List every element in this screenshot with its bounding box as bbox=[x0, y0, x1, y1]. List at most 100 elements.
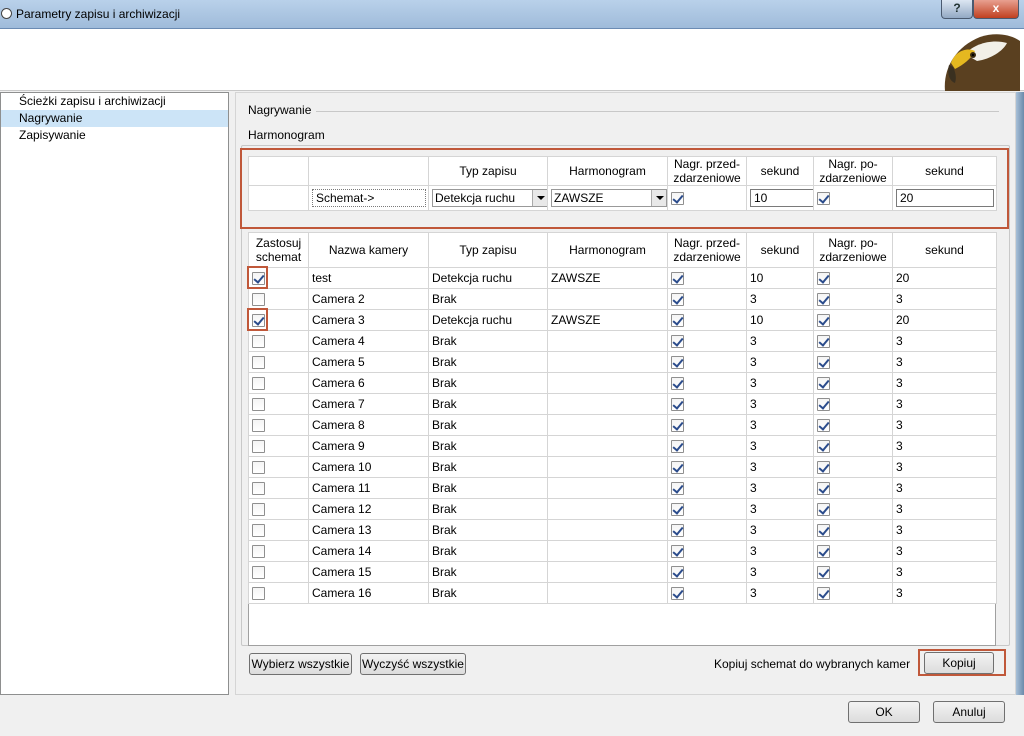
sidebar-item-paths[interactable]: Ścieżki zapisu i archiwizacji bbox=[1, 93, 228, 110]
table-row[interactable]: Camera 11 Brak 3 3 bbox=[248, 477, 997, 499]
post-event-checkbox[interactable] bbox=[817, 503, 830, 517]
record-type-cell[interactable]: Brak bbox=[428, 393, 548, 415]
schedule-cell[interactable] bbox=[547, 540, 668, 562]
post-seconds-cell[interactable]: 3 bbox=[892, 330, 997, 352]
pre-seconds-cell[interactable]: 3 bbox=[746, 414, 814, 436]
post-event-checkbox[interactable] bbox=[817, 419, 830, 433]
apply-schema-checkbox[interactable] bbox=[252, 545, 265, 559]
schema-type-dropdown[interactable]: Detekcja ruchu bbox=[432, 189, 547, 207]
pre-event-checkbox[interactable] bbox=[671, 419, 684, 433]
table-row[interactable]: Camera 7 Brak 3 3 bbox=[248, 393, 997, 415]
post-event-checkbox[interactable] bbox=[817, 272, 830, 286]
post-seconds-cell[interactable]: 3 bbox=[892, 351, 997, 373]
post-seconds-cell[interactable]: 3 bbox=[892, 477, 997, 499]
apply-cell[interactable] bbox=[248, 288, 309, 310]
select-all-button[interactable]: Wybierz wszystkie bbox=[249, 653, 352, 675]
apply-cell[interactable] bbox=[248, 540, 309, 562]
schedule-cell[interactable] bbox=[547, 435, 668, 457]
table-row[interactable]: Camera 9 Brak 3 3 bbox=[248, 435, 997, 457]
record-type-cell[interactable]: Brak bbox=[428, 330, 548, 352]
post-event-cell[interactable] bbox=[813, 477, 893, 499]
camera-name-cell[interactable]: Camera 8 bbox=[308, 414, 429, 436]
pre-seconds-cell[interactable]: 3 bbox=[746, 561, 814, 583]
table-row[interactable]: Camera 10 Brak 3 3 bbox=[248, 456, 997, 478]
post-event-checkbox[interactable] bbox=[817, 356, 830, 370]
post-event-cell[interactable] bbox=[813, 414, 893, 436]
post-event-cell[interactable] bbox=[813, 540, 893, 562]
post-event-cell[interactable] bbox=[813, 330, 893, 352]
camera-name-cell[interactable]: Camera 7 bbox=[308, 393, 429, 415]
sidebar-item-recording[interactable]: Nagrywanie bbox=[1, 110, 228, 127]
apply-cell[interactable] bbox=[248, 267, 309, 289]
table-row[interactable]: Camera 3 Detekcja ruchu ZAWSZE 10 20 bbox=[248, 309, 997, 331]
pre-seconds-cell[interactable]: 3 bbox=[746, 519, 814, 541]
apply-schema-checkbox[interactable] bbox=[252, 419, 265, 433]
camera-name-cell[interactable]: Camera 14 bbox=[308, 540, 429, 562]
pre-event-cell[interactable] bbox=[667, 267, 747, 289]
apply-cell[interactable] bbox=[248, 519, 309, 541]
schedule-cell[interactable] bbox=[547, 519, 668, 541]
camera-name-cell[interactable]: Camera 4 bbox=[308, 330, 429, 352]
schema-schedule-dropdown[interactable]: ZAWSZE bbox=[551, 189, 667, 207]
pre-event-checkbox[interactable] bbox=[671, 461, 684, 475]
pre-seconds-cell[interactable]: 3 bbox=[746, 288, 814, 310]
record-type-cell[interactable]: Brak bbox=[428, 519, 548, 541]
post-event-checkbox[interactable] bbox=[817, 440, 830, 454]
post-seconds-cell[interactable]: 3 bbox=[892, 456, 997, 478]
pre-event-cell[interactable] bbox=[667, 498, 747, 520]
table-row[interactable]: Camera 2 Brak 3 3 bbox=[248, 288, 997, 310]
pre-seconds-cell[interactable]: 10 bbox=[746, 309, 814, 331]
schema-pre-seconds-input[interactable]: 10 bbox=[750, 189, 813, 207]
pre-event-checkbox[interactable] bbox=[671, 356, 684, 370]
camera-name-cell[interactable]: test bbox=[308, 267, 429, 289]
apply-schema-checkbox[interactable] bbox=[252, 524, 265, 538]
apply-cell[interactable] bbox=[248, 330, 309, 352]
post-seconds-cell[interactable]: 3 bbox=[892, 582, 997, 604]
pre-event-cell[interactable] bbox=[667, 561, 747, 583]
post-event-cell[interactable] bbox=[813, 351, 893, 373]
post-event-checkbox[interactable] bbox=[817, 314, 830, 328]
apply-schema-checkbox[interactable] bbox=[252, 587, 265, 601]
camera-name-cell[interactable]: Camera 6 bbox=[308, 372, 429, 394]
post-event-cell[interactable] bbox=[813, 561, 893, 583]
post-event-checkbox[interactable] bbox=[817, 461, 830, 475]
camera-name-cell[interactable]: Camera 10 bbox=[308, 456, 429, 478]
chevron-down-icon[interactable] bbox=[532, 190, 547, 206]
pre-event-cell[interactable] bbox=[667, 435, 747, 457]
record-type-cell[interactable]: Brak bbox=[428, 456, 548, 478]
apply-cell[interactable] bbox=[248, 309, 309, 331]
record-type-cell[interactable]: Brak bbox=[428, 582, 548, 604]
apply-cell[interactable] bbox=[248, 561, 309, 583]
post-seconds-cell[interactable]: 3 bbox=[892, 561, 997, 583]
apply-cell[interactable] bbox=[248, 456, 309, 478]
record-type-cell[interactable]: Brak bbox=[428, 477, 548, 499]
schema-post-seconds-input[interactable]: 20 bbox=[896, 189, 994, 207]
pre-seconds-cell[interactable]: 3 bbox=[746, 498, 814, 520]
post-seconds-cell[interactable]: 3 bbox=[892, 393, 997, 415]
pre-event-checkbox[interactable] bbox=[671, 398, 684, 412]
schedule-cell[interactable] bbox=[547, 477, 668, 499]
pre-event-cell[interactable] bbox=[667, 477, 747, 499]
pre-seconds-cell[interactable]: 3 bbox=[746, 477, 814, 499]
camera-name-cell[interactable]: Camera 15 bbox=[308, 561, 429, 583]
pre-event-cell[interactable] bbox=[667, 393, 747, 415]
pre-seconds-cell[interactable]: 3 bbox=[746, 372, 814, 394]
schedule-cell[interactable]: ZAWSZE bbox=[547, 267, 668, 289]
pre-event-checkbox[interactable] bbox=[671, 566, 684, 580]
apply-schema-checkbox[interactable] bbox=[252, 377, 265, 391]
schedule-cell[interactable]: ZAWSZE bbox=[547, 309, 668, 331]
camera-name-cell[interactable]: Camera 9 bbox=[308, 435, 429, 457]
post-seconds-cell[interactable]: 3 bbox=[892, 372, 997, 394]
schedule-cell[interactable] bbox=[547, 351, 668, 373]
pre-seconds-cell[interactable]: 3 bbox=[746, 351, 814, 373]
ok-button[interactable]: OK bbox=[848, 701, 920, 723]
post-seconds-cell[interactable]: 20 bbox=[892, 267, 997, 289]
schema-pre-checkbox[interactable] bbox=[671, 192, 684, 206]
pre-event-checkbox[interactable] bbox=[671, 524, 684, 538]
cancel-button[interactable]: Anuluj bbox=[933, 701, 1005, 723]
apply-schema-checkbox[interactable] bbox=[252, 398, 265, 412]
apply-cell[interactable] bbox=[248, 582, 309, 604]
record-type-cell[interactable]: Brak bbox=[428, 540, 548, 562]
table-row[interactable]: Camera 15 Brak 3 3 bbox=[248, 561, 997, 583]
record-type-cell[interactable]: Brak bbox=[428, 372, 548, 394]
